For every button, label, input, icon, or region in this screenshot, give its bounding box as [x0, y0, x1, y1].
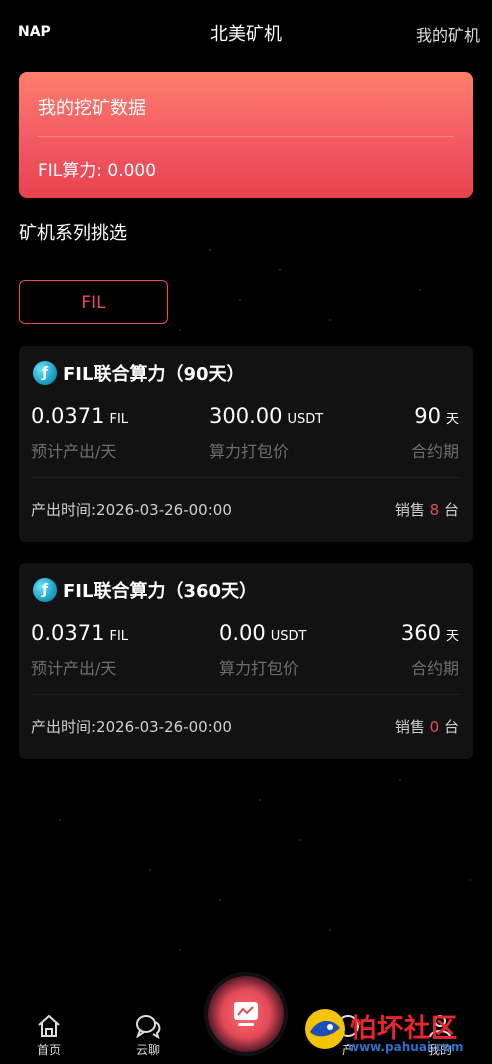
daily-output-label: 预计产出/天 [31, 659, 117, 678]
contract-period-value: 360 [400, 621, 441, 645]
package-price-value: 0.00 [219, 621, 266, 645]
daily-output-unit: FIL [109, 629, 129, 644]
contract-period-unit: 天 [445, 629, 459, 644]
output-time: 产出时间:2026-03-26-00:00 [31, 718, 232, 736]
sales-suffix: 台 [443, 501, 459, 519]
product-name: FIL联合算力（90天） [63, 364, 245, 385]
mining-data-title: 我的挖矿数据 [38, 98, 146, 119]
mining-center-button[interactable] [208, 976, 284, 1052]
filecoin-icon: ƒ [33, 361, 57, 385]
hero-divider [38, 136, 454, 137]
product-card[interactable]: ƒ FIL联合算力（360天） 0.0371 FIL 预计产出/天 0.00 USD… [19, 563, 473, 759]
package-price-unit: USDT [270, 629, 307, 644]
sales-prefix: 销售 [394, 501, 425, 519]
series-section-title: 矿机系列挑选 [19, 223, 127, 244]
contract-period: 360 天 合约期 [401, 621, 459, 679]
mining-data-card[interactable]: 我的挖矿数据 FIL算力: 0.000 [19, 72, 473, 198]
card-divider [31, 694, 461, 695]
tab-chat[interactable]: 云聊 [118, 1013, 178, 1058]
contract-period-label: 合约期 [410, 442, 459, 461]
my-miners-link[interactable]: 我的矿机 [416, 22, 480, 46]
filecoin-icon: ƒ [33, 578, 57, 602]
card-divider [31, 477, 461, 478]
watermark-logo [305, 1009, 345, 1049]
daily-output-value: 0.0371 [31, 621, 105, 645]
daily-output-unit: FIL [109, 412, 129, 427]
site-watermark: 怕坏社区 www.pahuai.com [298, 1000, 482, 1058]
daily-output: 0.0371 FIL 预计产出/天 [31, 621, 128, 679]
home-icon [38, 1014, 60, 1037]
daily-output: 0.0371 FIL 预计产出/天 [31, 404, 128, 462]
tab-home-label: 首页 [36, 1043, 61, 1057]
filter-fil-button[interactable]: FIL [19, 280, 168, 324]
tab-home[interactable]: 首页 [19, 1013, 79, 1058]
package-price-label: 算力打包价 [219, 659, 300, 678]
package-price-value: 300.00 [209, 404, 283, 428]
contract-period-value: 90 [414, 404, 441, 428]
package-price: 0.00 USDT 算力打包价 [219, 621, 306, 679]
sales-count: 销售 8 台 [395, 499, 459, 520]
sales-number: 0 [429, 718, 440, 736]
chart-board-icon [234, 1002, 258, 1026]
daily-output-label: 预计产出/天 [31, 442, 117, 461]
contract-period-unit: 天 [445, 412, 459, 427]
sales-suffix: 台 [443, 718, 459, 736]
fil-hashrate: FIL算力: 0.000 [38, 161, 157, 181]
watermark-url: www.pahuai.com [348, 1040, 464, 1054]
package-price: 300.00 USDT 算力打包价 [209, 404, 323, 462]
chat-icon [136, 1015, 161, 1039]
package-price-unit: USDT [287, 412, 324, 427]
contract-period: 90 天 合约期 [411, 404, 459, 462]
output-time: 产出时间:2026-03-26-00:00 [31, 501, 232, 519]
product-name: FIL联合算力（360天） [63, 581, 258, 602]
daily-output-value: 0.0371 [31, 404, 105, 428]
package-price-label: 算力打包价 [209, 442, 290, 461]
product-card[interactable]: ƒ FIL联合算力（90天） 0.0371 FIL 预计产出/天 300.00 US… [19, 346, 473, 542]
contract-period-label: 合约期 [410, 659, 459, 678]
sales-prefix: 销售 [394, 718, 425, 736]
sales-number: 8 [429, 501, 440, 519]
tab-chat-label: 云聊 [135, 1043, 160, 1057]
top-header: NAP 北美矿机 我的矿机 [0, 0, 492, 66]
sales-count: 销售 0 台 [395, 716, 459, 737]
